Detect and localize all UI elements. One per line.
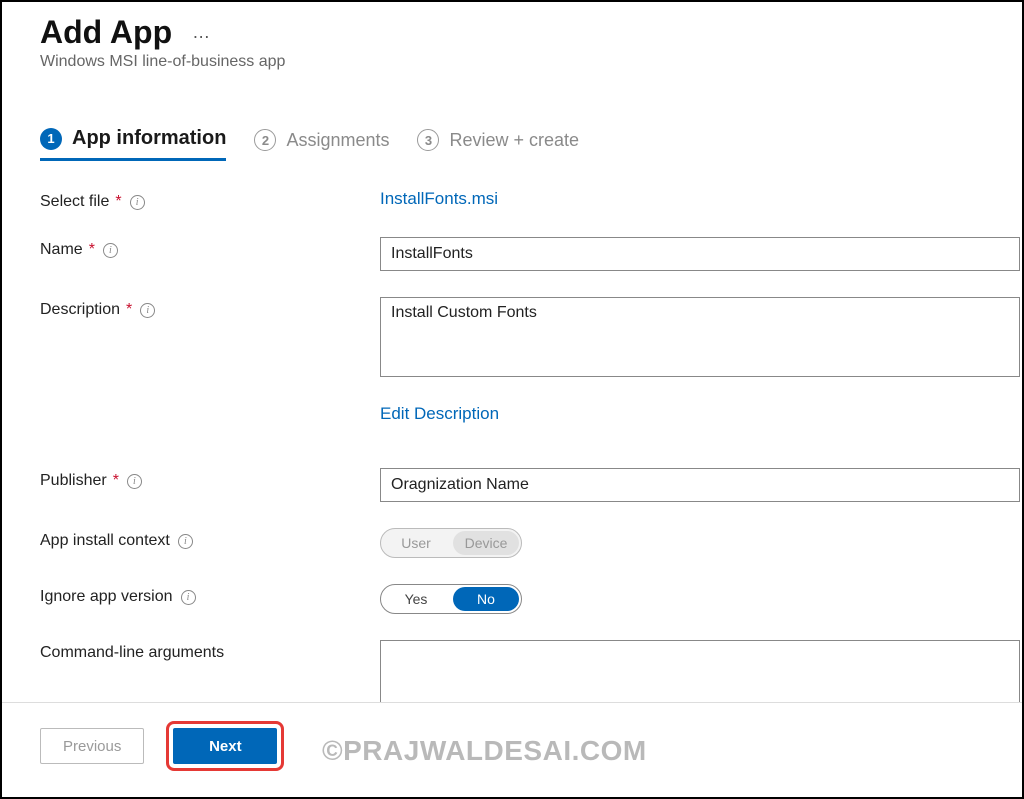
tab-assignments[interactable]: 2 Assignments (254, 129, 389, 159)
row-name: Name * i (40, 237, 1022, 271)
label-select-file: Select file (40, 193, 109, 211)
required-indicator: * (89, 241, 95, 259)
tab-app-information[interactable]: 1 App information (40, 127, 226, 161)
next-button-highlight: Next (166, 721, 284, 771)
app-frame: Add App … Windows MSI line-of-business a… (0, 0, 1024, 799)
row-install-context: App install context i User Device (40, 528, 1022, 558)
publisher-input[interactable] (380, 468, 1020, 502)
selected-file-link[interactable]: InstallFonts.msi (380, 189, 498, 208)
required-indicator: * (113, 472, 119, 490)
info-icon[interactable]: i (103, 243, 118, 258)
row-publisher: Publisher * i (40, 468, 1022, 502)
form-area: Select file * i InstallFonts.msi Name * … (40, 189, 1022, 715)
step-number-icon: 1 (40, 128, 62, 150)
toggle-option-no[interactable]: No (453, 587, 519, 611)
page-title: Add App (40, 14, 172, 51)
step-number-icon: 3 (417, 129, 439, 151)
label-description: Description (40, 301, 120, 319)
toggle-option-device: Device (453, 531, 519, 555)
info-icon[interactable]: i (178, 534, 193, 549)
required-indicator: * (115, 193, 121, 211)
info-icon[interactable]: i (130, 195, 145, 210)
wizard-footer: Previous Next (2, 702, 1022, 797)
label-cmdline: Command-line arguments (40, 644, 224, 662)
step-number-icon: 2 (254, 129, 276, 151)
page-subtitle: Windows MSI line-of-business app (40, 53, 1022, 71)
toggle-option-user: User (381, 529, 451, 557)
label-publisher: Publisher (40, 472, 107, 490)
title-bar: Add App … (40, 14, 1022, 51)
info-icon[interactable]: i (181, 590, 196, 605)
label-ignore-version: Ignore app version (40, 588, 173, 606)
ignore-version-toggle[interactable]: Yes No (380, 584, 522, 614)
description-input[interactable]: Install Custom Fonts (380, 297, 1020, 377)
next-button[interactable]: Next (173, 728, 277, 764)
edit-description-link[interactable]: Edit Description (380, 404, 499, 423)
cmdline-input[interactable] (380, 640, 1020, 710)
row-ignore-version: Ignore app version i Yes No (40, 584, 1022, 614)
previous-button[interactable]: Previous (40, 728, 144, 764)
toggle-option-yes[interactable]: Yes (381, 585, 451, 613)
wizard-tabs: 1 App information 2 Assignments 3 Review… (40, 127, 1022, 161)
required-indicator: * (126, 301, 132, 319)
tab-review-create[interactable]: 3 Review + create (417, 129, 579, 159)
more-icon[interactable]: … (192, 22, 212, 43)
install-context-toggle: User Device (380, 528, 522, 558)
name-input[interactable] (380, 237, 1020, 271)
tab-label: Assignments (286, 130, 389, 151)
row-description: Description * i Install Custom Fonts Edi… (40, 297, 1022, 424)
tab-label: App information (72, 127, 226, 150)
tab-label: Review + create (449, 130, 579, 151)
row-select-file: Select file * i InstallFonts.msi (40, 189, 1022, 211)
label-name: Name (40, 241, 83, 259)
label-install-context: App install context (40, 532, 170, 550)
info-icon[interactable]: i (127, 474, 142, 489)
info-icon[interactable]: i (140, 303, 155, 318)
